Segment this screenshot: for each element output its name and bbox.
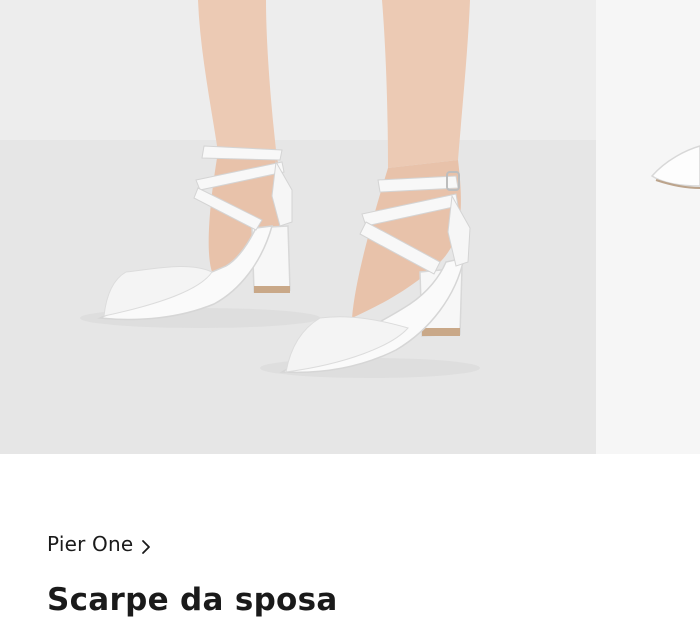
product-detail-page: Pier One Scarpe da sposa (0, 0, 700, 643)
chevron-right-icon (141, 536, 151, 554)
product-image-gallery[interactable] (0, 0, 700, 454)
brand-name[interactable]: Pier One (47, 532, 133, 556)
product-image-next[interactable] (596, 0, 700, 454)
brand-link[interactable]: Pier One (47, 532, 151, 556)
product-title: Scarpe da sposa (47, 582, 338, 618)
product-image-main[interactable] (0, 0, 596, 454)
